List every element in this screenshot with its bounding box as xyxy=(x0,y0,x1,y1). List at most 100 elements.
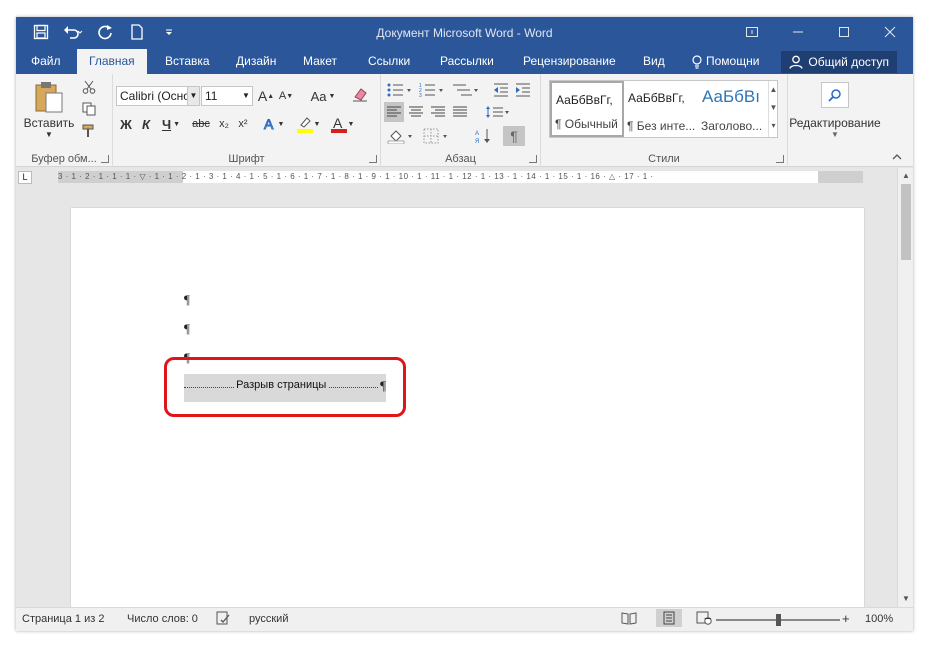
paste-button[interactable]: Вставить ▼ xyxy=(22,78,76,142)
zoom-in-button[interactable]: + xyxy=(842,611,850,626)
word-count[interactable]: Число слов: 0 xyxy=(127,613,198,625)
styles-scroll: ▲ ▼ ▾ xyxy=(768,81,778,137)
tab-insert[interactable]: Вставка xyxy=(153,49,222,74)
style-heading[interactable]: АаБбВı Заголово... xyxy=(698,81,768,137)
print-layout-icon[interactable] xyxy=(656,609,682,627)
copy-icon[interactable] xyxy=(80,100,98,118)
proofing-icon[interactable] xyxy=(216,611,230,625)
style-sample: АаБбВı xyxy=(702,87,760,106)
strikethrough-button[interactable]: abc xyxy=(189,114,213,134)
underline-dropdown-icon: ▼ xyxy=(173,120,181,128)
align-center-icon[interactable] xyxy=(406,102,426,122)
svg-text:Я: Я xyxy=(475,139,479,144)
highlight-dropdown-icon: ▼ xyxy=(313,120,321,128)
grow-font-button[interactable]: A ▲ xyxy=(258,86,274,106)
show-formatting-marks-button[interactable]: ¶ xyxy=(503,126,525,146)
scroll-down-icon[interactable]: ▼ xyxy=(900,593,912,605)
numbering-button[interactable]: 123 xyxy=(417,80,447,100)
font-group-label: Шрифт xyxy=(228,153,265,165)
change-case-button[interactable]: Aa ▼ xyxy=(309,86,337,106)
vertical-scrollbar[interactable]: ▲ ▼ xyxy=(897,168,913,607)
italic-button[interactable]: К xyxy=(139,114,153,134)
decrease-indent-icon[interactable] xyxy=(491,80,511,100)
window-controls xyxy=(729,17,913,47)
align-right-icon[interactable] xyxy=(428,102,448,122)
font-name-dropdown-icon[interactable]: ▼ xyxy=(187,87,199,105)
justify-icon[interactable] xyxy=(450,102,470,122)
language-indicator[interactable]: русский xyxy=(249,613,288,625)
borders-button[interactable] xyxy=(421,126,453,146)
zoom-slider[interactable] xyxy=(716,614,840,626)
shrink-font-button[interactable]: A ▼ xyxy=(278,86,294,106)
highlight-button[interactable]: ▼ xyxy=(293,114,323,134)
format-painter-icon[interactable] xyxy=(80,122,98,140)
page-count[interactable]: Страница 1 из 2 xyxy=(22,613,104,625)
close-icon[interactable] xyxy=(867,17,913,47)
align-left-icon[interactable] xyxy=(384,102,404,122)
tab-design[interactable]: Дизайн xyxy=(224,49,288,74)
font-launcher-icon[interactable] xyxy=(369,155,377,163)
styles-launcher-icon[interactable] xyxy=(776,155,784,163)
font-size-dropdown-icon[interactable]: ▼ xyxy=(240,87,252,105)
style-normal[interactable]: АаБбВвГг, ¶ Обычный xyxy=(550,81,624,137)
shading-button[interactable] xyxy=(385,126,417,146)
sort-icon[interactable]: AЯ xyxy=(473,126,493,146)
bullets-button[interactable] xyxy=(385,80,415,100)
tab-selector[interactable]: L xyxy=(18,171,32,184)
tab-home[interactable]: Главная xyxy=(77,49,147,74)
svg-text:A: A xyxy=(475,131,479,137)
group-styles: АаБбВвГг, ¶ Обычный АаБбВвГг, ¶ Без инте… xyxy=(541,74,788,167)
paragraph-mark[interactable]: ¶ xyxy=(184,292,190,308)
multilevel-list-button[interactable] xyxy=(449,80,483,100)
text-effects-button[interactable]: A ▼ xyxy=(259,114,287,134)
font-size-combo[interactable]: 11 ▼ xyxy=(201,86,253,106)
clipboard-launcher-icon[interactable] xyxy=(101,155,109,163)
tab-mailings[interactable]: Рассылки xyxy=(428,49,506,74)
share-button[interactable]: Общий доступ xyxy=(781,51,897,73)
style-name: Заголово... xyxy=(701,119,763,133)
bold-button[interactable]: Ж xyxy=(119,114,133,134)
styles-group-label: Стили xyxy=(648,153,680,165)
tab-references[interactable]: Ссылки xyxy=(356,49,422,74)
group-font: Calibri (Осно ▼ 11 ▼ A ▲ A ▼ Aa ▼ Ж К Ч ▼ ab… xyxy=(113,74,381,167)
zoom-out-button[interactable]: − xyxy=(704,611,714,626)
maximize-icon[interactable] xyxy=(821,17,867,47)
read-mode-icon[interactable] xyxy=(621,611,637,625)
tab-view[interactable]: Вид xyxy=(631,49,677,74)
minimize-icon[interactable] xyxy=(775,17,821,47)
superscript-button[interactable]: x² xyxy=(235,114,251,134)
tab-layout[interactable]: Макет xyxy=(291,49,349,74)
style-sample: АаБбВвГг, xyxy=(628,91,685,105)
paragraph-mark[interactable]: ¶ xyxy=(184,321,190,337)
styles-scroll-up-icon[interactable]: ▲ xyxy=(769,81,778,99)
cut-icon[interactable] xyxy=(80,78,98,96)
editing-button[interactable]: Редактирование ▼ xyxy=(788,78,882,142)
styles-more-icon[interactable]: ▾ xyxy=(769,117,778,135)
ribbon-tabs: Файл Главная Вставка Дизайн Макет Ссылки… xyxy=(16,49,913,74)
tab-review[interactable]: Рецензирование xyxy=(511,49,628,74)
tell-me-box[interactable]: Помощни xyxy=(680,49,771,74)
font-size-value: 11 xyxy=(205,89,218,103)
zoom-level[interactable]: 100% xyxy=(865,613,893,625)
increase-indent-icon[interactable] xyxy=(513,80,533,100)
highlight-annotation xyxy=(164,357,406,417)
style-name: ¶ Без инте... xyxy=(627,119,696,133)
underline-button[interactable]: Ч ▼ xyxy=(159,114,183,134)
collapse-ribbon-icon[interactable] xyxy=(890,150,904,164)
tab-file[interactable]: Файл xyxy=(19,49,73,74)
horizontal-ruler[interactable]: 3 · 1 · 2 · 1 · 1 · 1 · ▽ · 1 · 1 · 2 · … xyxy=(58,171,863,183)
scrollbar-thumb[interactable] xyxy=(901,184,911,260)
ribbon-display-icon[interactable] xyxy=(729,17,775,47)
styles-scroll-down-icon[interactable]: ▼ xyxy=(769,99,778,117)
line-spacing-button[interactable] xyxy=(483,102,513,122)
clear-formatting-icon[interactable] xyxy=(350,84,370,104)
group-editing: Редактирование ▼ xyxy=(788,74,888,167)
svg-text:A: A xyxy=(333,115,343,131)
scroll-up-icon[interactable]: ▲ xyxy=(900,170,912,182)
subscript-button[interactable]: x₂ xyxy=(216,114,232,134)
zoom-slider-knob[interactable] xyxy=(776,614,781,626)
style-no-spacing[interactable]: АаБбВвГг, ¶ Без инте... xyxy=(624,81,698,137)
font-name-combo[interactable]: Calibri (Осно ▼ xyxy=(116,86,200,106)
paragraph-launcher-icon[interactable] xyxy=(529,155,537,163)
font-color-button[interactable]: A ▼ xyxy=(327,114,357,134)
